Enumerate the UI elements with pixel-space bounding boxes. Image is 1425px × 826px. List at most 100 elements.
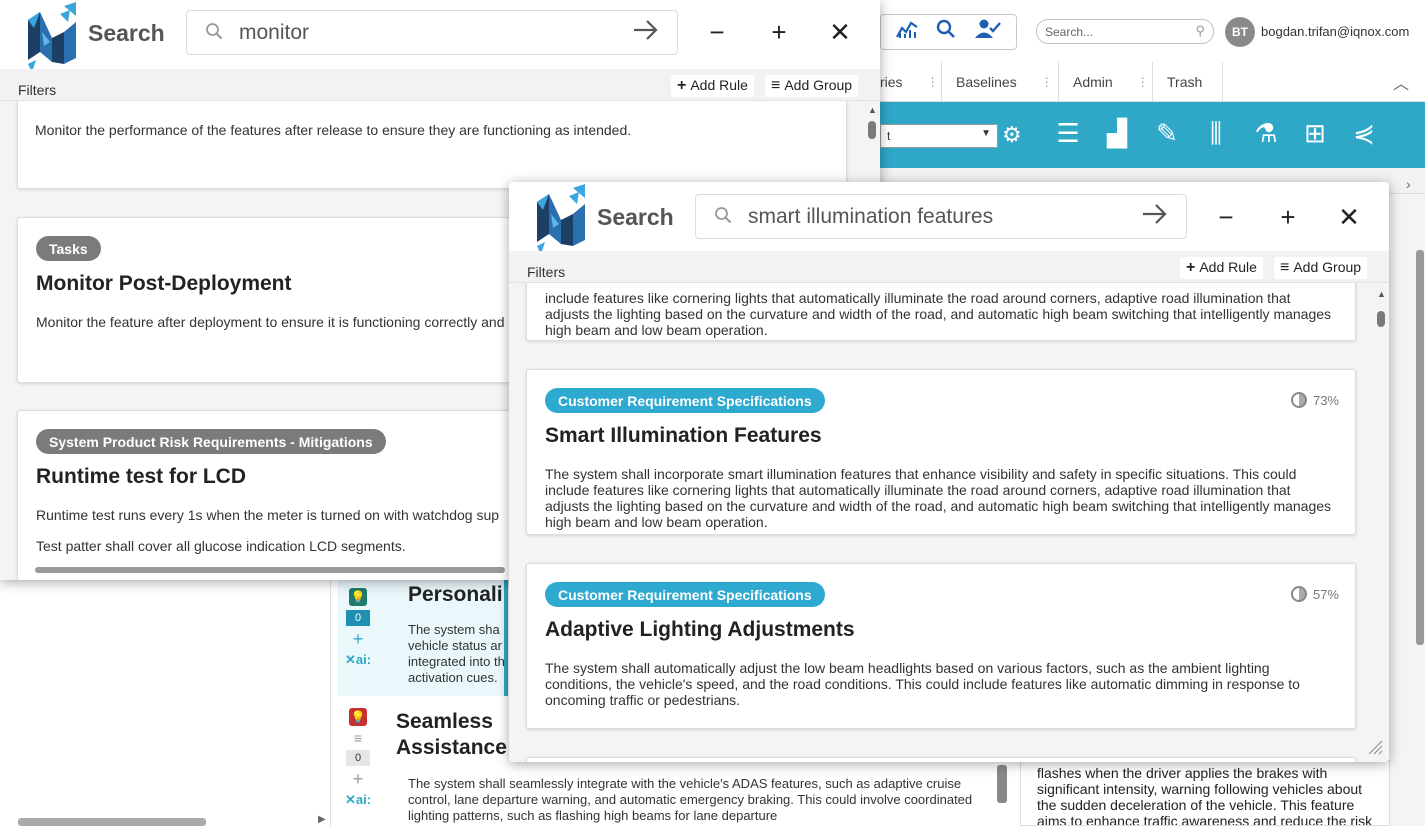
app-logo-icon <box>535 184 585 258</box>
horizontal-scrollbar[interactable] <box>35 567 505 573</box>
requirement-actions: 💡 ≡ 0 + ✕ai: <box>338 700 378 808</box>
result-card[interactable]: Monitor the performance of the features … <box>17 101 847 189</box>
results-scrollbar[interactable] <box>1377 311 1385 327</box>
filters-label[interactable]: Filters <box>527 264 565 280</box>
result-text: include features like cornering lights t… <box>545 290 1332 338</box>
search-header: Search − + ✕ <box>509 182 1389 258</box>
minimize-button[interactable]: − <box>1211 202 1241 232</box>
more-vertical-icon[interactable]: ⋮ <box>1137 75 1149 89</box>
analytics-icon[interactable] <box>896 19 918 45</box>
result-card[interactable] <box>526 757 1356 762</box>
search-icon[interactable] <box>936 19 956 45</box>
add-group-button[interactable]: ≡ Add Group <box>1274 257 1368 279</box>
category-badge: System Product Risk Requirements - Mitig… <box>36 429 386 454</box>
maximize-button[interactable]: + <box>1273 202 1303 232</box>
result-card[interactable]: Customer Requirement Specifications 73% … <box>526 369 1356 535</box>
plus-icon[interactable]: + <box>353 770 364 788</box>
ai-icon[interactable]: ✕ai: <box>345 792 371 808</box>
right-scrollbar[interactable] <box>1416 250 1424 645</box>
minimize-button[interactable]: − <box>702 17 732 47</box>
search-input-box[interactable] <box>186 10 678 55</box>
search-input[interactable] <box>748 203 1128 231</box>
result-card[interactable]: Customer Requirement Specifications 57% … <box>526 563 1356 729</box>
arrow-right-icon[interactable] <box>633 17 659 47</box>
more-vertical-icon[interactable]: ⋮ <box>927 75 939 89</box>
ai-icon[interactable]: ✕ai: <box>345 652 371 668</box>
result-title: Runtime test for LCD <box>36 465 246 488</box>
traceability-icon[interactable]: ⫼ <box>1200 118 1232 148</box>
category-badge: Customer Requirement Specifications <box>545 388 825 413</box>
scroll-up-arrow[interactable]: ▲ <box>868 105 877 115</box>
chevron-right-icon[interactable]: › <box>1406 176 1411 192</box>
arrow-right-icon[interactable] <box>1142 201 1168 231</box>
search-title: Search <box>597 204 674 230</box>
maximize-button[interactable]: + <box>764 17 794 47</box>
search-header: Search − + ✕ <box>0 0 880 76</box>
category-badge: Customer Requirement Specifications <box>545 582 825 607</box>
search-input-box[interactable] <box>695 194 1187 239</box>
add-list-icon: ≡ <box>771 77 781 94</box>
requirement-card[interactable]: flashes when the driver applies the brak… <box>1020 760 1390 826</box>
requirement-text: The system shall seamlessly integrate wi… <box>408 776 973 823</box>
horizontal-scrollbar[interactable] <box>18 818 206 826</box>
tab-baselines[interactable]: Baselines ⋮ <box>942 62 1059 102</box>
result-card[interactable]: include features like cornering lights t… <box>526 283 1356 341</box>
microscope-icon[interactable]: ⚗ <box>1250 118 1282 148</box>
add-rule-button[interactable]: + Add Rule <box>671 75 754 97</box>
app-logo-icon <box>26 2 76 76</box>
search-input[interactable] <box>239 19 599 47</box>
search-icon: ⚲ <box>1195 23 1205 38</box>
user-email[interactable]: bogdan.trifan@iqnox.com <box>1261 24 1409 39</box>
filters-label[interactable]: Filters <box>18 82 56 98</box>
filter-bar: Filters + Add Rule ≡ Add Group <box>509 251 1389 283</box>
result-text: The system shall automatically adjust th… <box>545 660 1300 708</box>
requirement-text: The system sha vehicle status ar integra… <box>408 622 505 685</box>
filter-bar: Filters + Add Rule ≡ Add Group <box>0 69 880 101</box>
chevron-down-icon: ▼ <box>981 128 991 139</box>
requirement-actions: 💡 0 + ✕ai: <box>338 580 378 668</box>
result-title: Monitor Post-Deployment <box>36 272 292 295</box>
comment-count[interactable]: 0 <box>346 750 370 766</box>
list-view-icon[interactable]: ☰ <box>1052 118 1084 148</box>
view-select[interactable]: t ▼ <box>880 124 998 148</box>
tab-categories[interactable]: ries ⋮ <box>880 62 942 102</box>
content-scrollbar[interactable] <box>997 765 1007 803</box>
gear-icon[interactable]: ⚙ <box>1002 122 1022 148</box>
category-badge: Tasks <box>36 236 101 261</box>
tab-admin[interactable]: Admin ⋮ <box>1059 62 1153 102</box>
avatar[interactable]: BT <box>1225 17 1255 47</box>
plus-icon: + <box>1186 259 1196 276</box>
result-text: Monitor the performance of the features … <box>35 122 632 138</box>
comment-count[interactable]: 0 <box>346 610 370 626</box>
tab-trash[interactable]: Trash <box>1153 62 1223 102</box>
share-icon[interactable]: ⋞ <box>1348 118 1380 148</box>
lightbulb-icon[interactable]: 💡 <box>349 708 367 726</box>
relevance-score: 73% <box>1290 392 1339 408</box>
result-text: The system shall incorporate smart illum… <box>545 466 1332 530</box>
divider <box>330 580 331 826</box>
search-window-smart-illumination: Search − + ✕ Filters +Add Rule ≡Add Grou… <box>509 182 1389 762</box>
result-title: Smart Illumination Features <box>545 424 822 447</box>
requirement-item[interactable]: 💡 0 + ✕ai: Personali The system sha vehi… <box>338 580 508 696</box>
layout-icon[interactable]: ⊞ <box>1299 118 1331 148</box>
resize-grip-icon[interactable] <box>1367 739 1383 755</box>
scroll-right-arrow[interactable]: ▶ <box>318 814 326 825</box>
gauge-icon <box>1290 392 1307 408</box>
add-rule-button[interactable]: + Add Rule <box>1180 257 1263 279</box>
document-icon[interactable]: ▟ <box>1101 118 1133 148</box>
global-search-input[interactable]: Search... ⚲ <box>1036 19 1214 44</box>
search-icon <box>714 206 732 230</box>
more-vertical-icon[interactable]: ⋮ <box>1041 75 1053 89</box>
chevron-up-icon[interactable]: ︿ <box>1393 70 1409 94</box>
user-check-icon[interactable] <box>974 19 1001 45</box>
plus-icon[interactable]: + <box>353 630 364 648</box>
results-scrollbar[interactable] <box>868 121 876 139</box>
search-icon <box>205 22 223 46</box>
add-group-button[interactable]: ≡ Add Group <box>765 75 859 97</box>
close-button[interactable]: ✕ <box>825 17 855 47</box>
close-button[interactable]: ✕ <box>1334 202 1364 232</box>
scroll-up-arrow[interactable]: ▲ <box>1377 289 1386 299</box>
lines-icon: ≡ <box>353 730 363 746</box>
edit-icon[interactable]: ✎ <box>1151 118 1183 148</box>
lightbulb-icon[interactable]: 💡 <box>349 588 367 606</box>
